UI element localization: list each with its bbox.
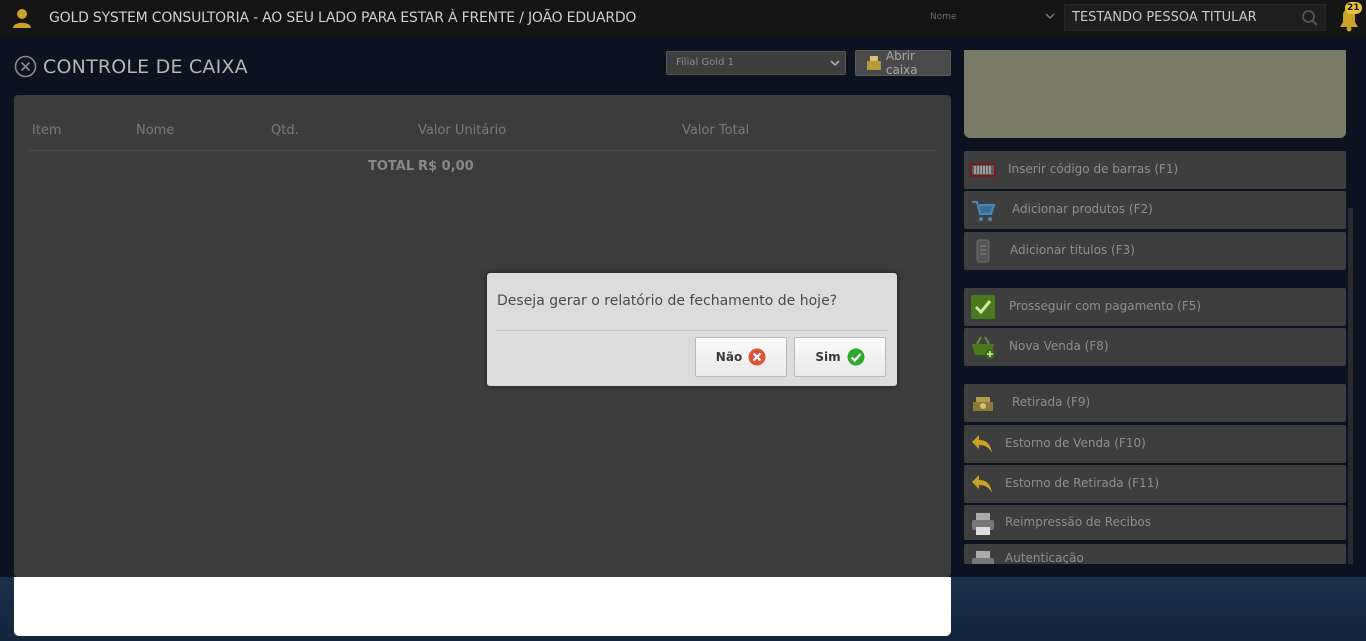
yes-button-label: Sim [815,350,841,364]
dialog-message: Deseja gerar o relatório de fechamento d… [497,293,838,309]
dialog-divider [496,330,888,331]
no-button[interactable]: Não [695,337,787,377]
close-icon [748,348,766,366]
yes-button[interactable]: Sim [794,337,886,377]
no-button-label: Não [715,350,743,364]
confirm-dialog: Deseja gerar o relatório de fechamento d… [487,273,897,386]
check-icon [847,348,865,366]
